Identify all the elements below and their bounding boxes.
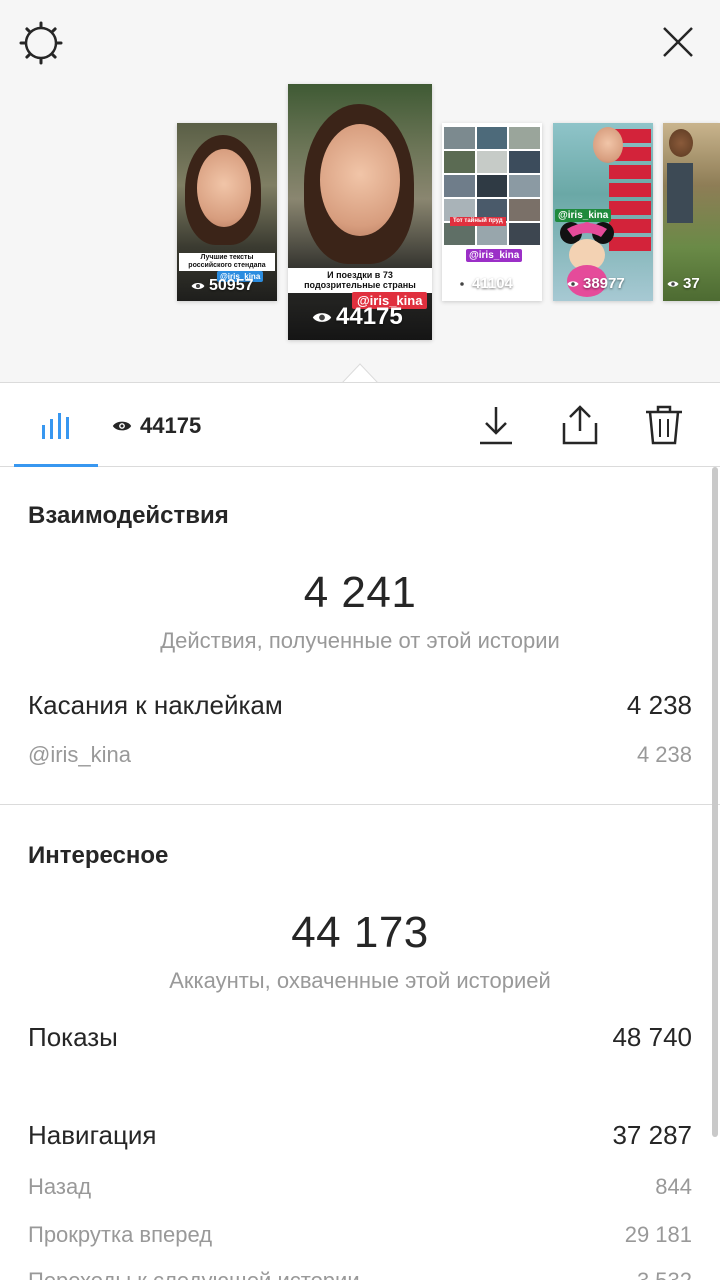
trash-icon[interactable] xyxy=(642,403,686,447)
forward-value: 29 181 xyxy=(624,1222,692,1247)
story-thumbnail-5[interactable]: 37 xyxy=(663,123,720,301)
close-icon[interactable] xyxy=(656,20,700,64)
eye-icon xyxy=(567,280,579,287)
sticker-taps-label: Касания к наклейкам xyxy=(28,690,283,720)
sticker-taps-value: 4 238 xyxy=(626,690,692,720)
view-count-value: 44175 xyxy=(140,413,202,438)
story-views-count: 44175 xyxy=(336,303,403,330)
story-thumbnail-2-selected[interactable]: И поездки в 73 подозрительные страны @ir… xyxy=(288,84,432,340)
body-shape xyxy=(667,163,693,223)
impressions-value: 48 740 xyxy=(612,1022,692,1052)
story-caption: И поездки в 73 подозрительные страны xyxy=(288,268,432,293)
selection-pointer xyxy=(342,363,378,383)
share-icon[interactable] xyxy=(558,403,602,447)
eye-icon xyxy=(667,280,679,287)
eye-icon xyxy=(112,421,132,431)
back-label: Назад xyxy=(28,1174,92,1199)
tab-insights[interactable] xyxy=(14,383,98,467)
back-value: 844 xyxy=(655,1174,692,1199)
story-mention: @iris_kina xyxy=(466,249,523,262)
settings-icon[interactable] xyxy=(18,20,64,66)
face-shape xyxy=(197,149,251,227)
story-caption: Тот тайный пруд xyxy=(450,217,506,226)
interactions-total: 4 241 xyxy=(303,568,417,617)
interactions-caption: Действия, полученные от этой истории xyxy=(160,628,560,653)
reach-caption: Аккаунты, охваченные этой историей xyxy=(169,968,551,993)
navigation-value: 37 287 xyxy=(612,1120,692,1150)
eye-icon xyxy=(456,280,468,287)
story-thumbnail-4[interactable]: @iris_kina 38977 xyxy=(553,123,653,301)
story-thumbnail-3[interactable]: Тот тайный пруд @iris_kina 41104 xyxy=(442,123,542,301)
eye-icon xyxy=(312,312,332,322)
story-views-count: 37 xyxy=(683,275,700,292)
story-views: 41104 xyxy=(456,275,513,292)
story-strip: Лучшие тексты российского стендапа @iris… xyxy=(0,0,720,383)
section-title-interactions: Взаимодействия xyxy=(28,502,229,529)
photo-grid xyxy=(444,127,540,245)
story-views: 44175 xyxy=(312,303,403,331)
story-views-count: 41104 xyxy=(472,275,513,292)
story-thumbnail-1[interactable]: Лучшие тексты российского стендапа @iris… xyxy=(177,123,277,301)
next-story-label: Переходы к следующей истории xyxy=(28,1268,360,1280)
face-shape xyxy=(593,127,623,163)
face-shape xyxy=(320,124,400,236)
story-toolbar: 44175 xyxy=(0,382,720,467)
story-caption: Лучшие тексты российского стендапа xyxy=(179,253,275,272)
story-views-count: 38977 xyxy=(583,275,625,292)
reach-total: 44 173 xyxy=(291,908,429,957)
section-title-discovery: Интересное xyxy=(28,842,169,869)
mention-value: 4 238 xyxy=(636,742,692,767)
impressions-label: Показы xyxy=(28,1022,118,1052)
section-divider xyxy=(0,804,720,805)
story-views: 50957 xyxy=(191,277,254,295)
bar-chart-icon xyxy=(42,413,69,439)
view-count: 44175 xyxy=(112,413,201,439)
mention-label[interactable]: @iris_kina xyxy=(28,742,131,768)
story-views: 37 xyxy=(667,275,700,292)
download-icon[interactable] xyxy=(474,403,518,447)
navigation-label: Навигация xyxy=(28,1120,157,1150)
story-views-count: 50957 xyxy=(209,277,254,294)
next-story-value: 3 532 xyxy=(637,1268,692,1280)
eye-icon xyxy=(191,282,205,290)
face-shape xyxy=(669,129,693,157)
story-views: 38977 xyxy=(567,275,625,292)
scrollbar[interactable] xyxy=(712,467,718,1137)
forward-label: Прокрутка вперед xyxy=(28,1222,213,1247)
